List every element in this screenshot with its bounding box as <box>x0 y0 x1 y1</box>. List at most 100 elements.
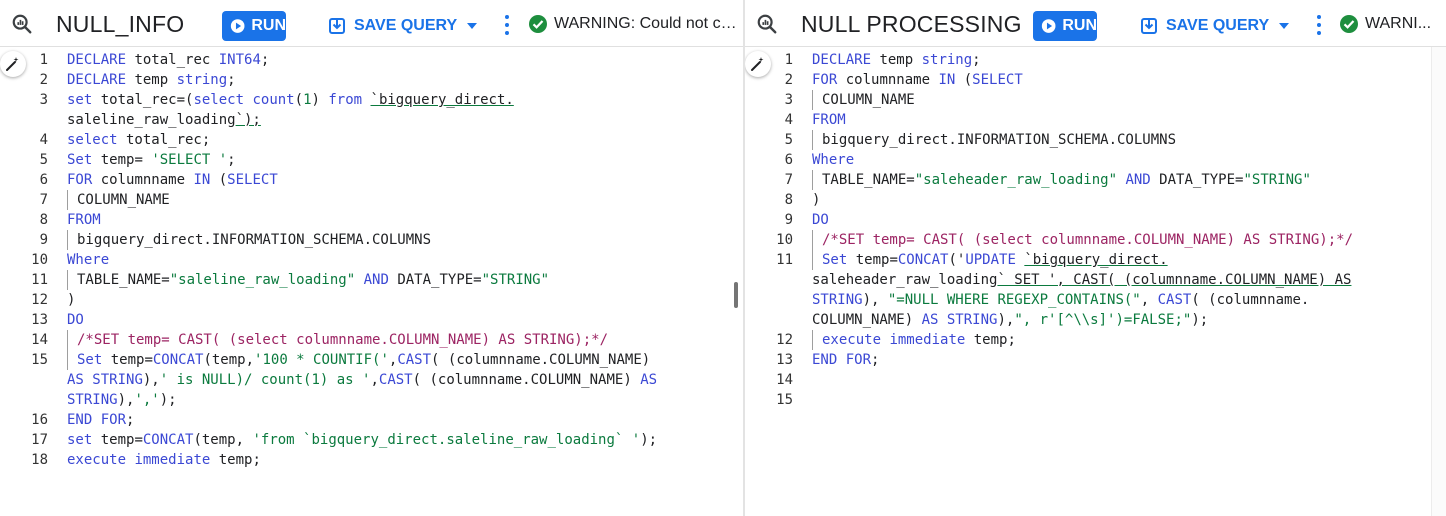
right-toolbar: NULL PROCESSING RUN SAVE QUERY WARNI... <box>745 0 1446 47</box>
right-editor-pane: NULL PROCESSING RUN SAVE QUERY WARNI... … <box>745 0 1446 516</box>
run-label: RUN <box>251 17 286 34</box>
play-circle-icon <box>230 19 245 33</box>
code-line: DO <box>67 312 84 328</box>
query-icon <box>12 14 32 34</box>
code-line: /*SET temp= CAST( (select columnname.COL… <box>67 330 608 350</box>
line-number: 8 <box>784 192 793 208</box>
line-number: 8 <box>39 212 48 228</box>
line-number: 10 <box>776 232 793 248</box>
query-title: NULL_INFO <box>56 11 185 37</box>
line-number: 9 <box>784 212 793 228</box>
query-title: NULL PROCESSING <box>801 11 1022 37</box>
code-line: ) <box>812 192 821 208</box>
code-line: AS STRING),' is NULL)/ count(1) as ',CAS… <box>67 372 658 388</box>
line-number: 1 <box>784 52 793 68</box>
code-line: FOR columnname IN (SELECT <box>67 172 278 188</box>
run-label: RUN <box>1062 17 1097 34</box>
left-toolbar: NULL_INFO RUN SAVE QUERY WARNING: Could … <box>0 0 743 47</box>
line-number: 5 <box>39 152 48 168</box>
code-line: TABLE_NAME="saleheader_raw_loading" AND … <box>812 170 1311 190</box>
code-line: END FOR; <box>812 352 880 368</box>
magic-wand-icon <box>751 57 764 71</box>
code-line: saleline_raw_loading`); <box>67 112 261 128</box>
save-query-label: SAVE QUERY <box>1166 17 1270 34</box>
code-line: TABLE_NAME="saleline_raw_loading" AND DA… <box>67 270 549 290</box>
line-number: 10 <box>31 252 48 268</box>
line-number: 12 <box>31 292 48 308</box>
line-number: 2 <box>39 72 48 88</box>
save-query-button[interactable]: SAVE QUERY <box>1140 11 1290 41</box>
code-line: set total_rec=(select count(1) from `big… <box>67 92 514 108</box>
format-query-button[interactable] <box>0 51 26 77</box>
line-number: 14 <box>776 372 793 388</box>
more-vert-icon[interactable] <box>503 13 511 37</box>
code-line: COLUMN_NAME <box>812 90 915 110</box>
code-line: COLUMN_NAME) AS STRING),", r'[^\\s]')=FA… <box>812 312 1209 328</box>
code-line: saleheader_raw_loading` SET ', CAST( (co… <box>812 272 1352 288</box>
line-number: 7 <box>39 192 48 208</box>
status-text: WARNI... <box>1365 15 1432 32</box>
line-number: 15 <box>776 392 793 408</box>
code-line: Set temp=CONCAT(temp,'100 * COUNTIF(',CA… <box>67 350 650 370</box>
code-line: Set temp= 'SELECT '; <box>67 152 236 168</box>
sql-editor[interactable]: DECLARE temp string; FOR columnname IN (… <box>812 47 1432 516</box>
run-button[interactable]: RUN <box>222 11 286 41</box>
code-line: set temp=CONCAT(temp, 'from `bigquery_di… <box>67 432 658 448</box>
code-line: execute immediate temp; <box>67 452 261 468</box>
query-icon <box>757 14 777 34</box>
code-line: FROM <box>812 112 846 128</box>
line-number: 12 <box>776 332 793 348</box>
save-icon <box>1141 18 1157 34</box>
code-line: DECLARE temp string; <box>67 72 236 88</box>
line-number: 14 <box>31 332 48 348</box>
line-number: 15 <box>31 352 48 368</box>
line-number: 11 <box>776 252 793 268</box>
format-query-button[interactable] <box>745 51 771 77</box>
code-line: bigquery_direct.INFORMATION_SCHEMA.COLUM… <box>812 130 1176 150</box>
code-line: Where <box>67 252 110 268</box>
line-number-gutter: 1 2 3 4 5 6 7 8 9 10 11 12 13 14 15 <box>745 47 811 516</box>
line-number: 9 <box>39 232 48 248</box>
line-number: 6 <box>784 152 793 168</box>
code-line: DO <box>812 212 829 228</box>
left-editor-pane: NULL_INFO RUN SAVE QUERY WARNING: Could … <box>0 0 743 516</box>
caret-down-icon <box>1279 23 1290 29</box>
line-number: 2 <box>784 72 793 88</box>
code-line: /*SET temp= CAST( (select columnname.COL… <box>812 230 1353 250</box>
code-line: FROM <box>67 212 101 228</box>
sql-editor[interactable]: DECLARE total_rec INT64; DECLARE temp st… <box>67 47 729 516</box>
more-vert-icon[interactable] <box>1315 13 1323 37</box>
code-line: DECLARE total_rec INT64; <box>67 52 270 68</box>
line-number: 6 <box>39 172 48 188</box>
save-query-label: SAVE QUERY <box>354 17 458 34</box>
line-number: 13 <box>31 312 48 328</box>
line-number: 13 <box>776 352 793 368</box>
magic-wand-icon <box>6 57 19 71</box>
line-number: 16 <box>31 412 48 428</box>
save-query-button[interactable]: SAVE QUERY <box>328 11 478 41</box>
line-number: 4 <box>39 132 48 148</box>
line-number: 11 <box>31 272 48 288</box>
line-number-gutter: 1 2 3 4 5 6 7 8 9 10 11 12 13 14 15 16 1… <box>0 47 66 516</box>
code-line: select total_rec; <box>67 132 211 148</box>
resize-handle[interactable] <box>734 282 738 308</box>
query-status: WARNI... <box>1339 14 1443 34</box>
play-circle-icon <box>1041 19 1056 33</box>
code-line: STRING),','); <box>67 392 177 408</box>
code-line: execute immediate temp; <box>812 330 1016 350</box>
code-line: bigquery_direct.INFORMATION_SCHEMA.COLUM… <box>67 230 431 250</box>
code-line: ) <box>67 292 76 308</box>
query-status: WARNING: Could not co... <box>528 14 738 34</box>
line-number: 17 <box>31 432 48 448</box>
code-line: STRING), "=NULL WHERE REGEXP_CONTAINS(",… <box>812 292 1310 308</box>
code-line: Where <box>812 152 855 168</box>
line-number: 18 <box>31 452 48 468</box>
line-number: 3 <box>784 92 793 108</box>
line-number: 1 <box>39 52 48 68</box>
check-circle-icon <box>529 15 547 33</box>
vertical-scrollbar[interactable] <box>1431 47 1446 516</box>
status-text: WARNING: Could not co... <box>554 15 738 32</box>
code-line: DECLARE temp string; <box>812 52 981 68</box>
save-icon <box>329 18 345 34</box>
run-button[interactable]: RUN <box>1033 11 1097 41</box>
